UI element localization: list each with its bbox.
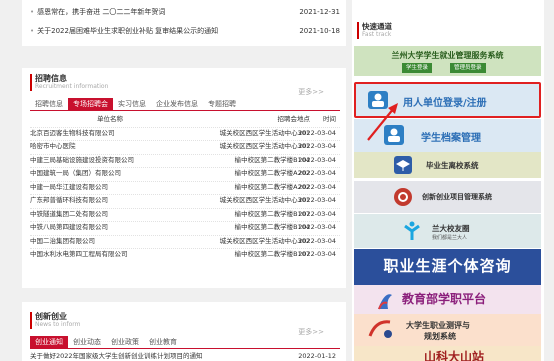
fair-time: 2022-03-04 bbox=[298, 250, 336, 258]
news-item[interactable]: • 关于2022届困难毕业生求职创业补贴 复审结果公示的通知 2021-10-18 bbox=[30, 25, 340, 37]
tab-startup-education[interactable]: 创业教育 bbox=[144, 336, 182, 348]
company-name[interactable]: 广东邦普循环科技有限公司 bbox=[30, 195, 205, 206]
table-row[interactable]: 北京百迈客生物科技有限公司 城关校区西区学生活动中心301 2022-03-04 bbox=[30, 127, 340, 138]
company-name[interactable]: 中国建筑一局（集团）有限公司 bbox=[30, 168, 205, 179]
recruit-tabs: 招聘信息 专场招聘会 实习信息 企业发布信息 专题招聘 bbox=[30, 98, 241, 110]
section-title: 快速通道 bbox=[362, 22, 392, 31]
fair-time: 2022-03-04 bbox=[298, 196, 336, 204]
news-list-panel: • 感恩常在，携手奋进 二〇二二年新年贺词 2021-12-31 • 关于2022届… bbox=[22, 0, 346, 46]
pointer-arrow-icon bbox=[367, 103, 398, 141]
news-date: 2021-12-31 bbox=[299, 8, 340, 16]
company-name[interactable]: 中铁隧道集团二处有限公司 bbox=[30, 209, 205, 220]
section-header: 快速通道 Fast track bbox=[357, 22, 392, 39]
list-item[interactable]: 关于做好2022年国家级大学生创新创业训练计划项目的通知 2022-01-12 bbox=[30, 351, 340, 361]
career-consulting-label: 职业生涯个体咨询 bbox=[383, 257, 512, 275]
career-consulting-button[interactable]: 职业生涯个体咨询 bbox=[354, 249, 541, 285]
student-login-button[interactable]: 学生登录 bbox=[402, 63, 433, 73]
fair-time: 2022-03-04 bbox=[298, 156, 336, 164]
section-subtitle: News to inform bbox=[35, 321, 81, 328]
recruitment-panel: 招聘信息 Recruitment information 更多>> 招聘信息 专… bbox=[22, 68, 346, 288]
fair-time: 2022-03-04 bbox=[298, 237, 336, 245]
tab-startup-news[interactable]: 创业动态 bbox=[68, 336, 106, 348]
tab-special-recruitment[interactable]: 专题招聘 bbox=[203, 98, 241, 110]
section-subtitle: Fast track bbox=[362, 31, 392, 38]
fair-time: 2022-03-04 bbox=[298, 142, 336, 150]
system-title: 兰州大学学生就业管理服务系统 bbox=[391, 51, 504, 60]
tab-underline bbox=[30, 110, 340, 111]
table-row[interactable]: 中国水利水电第四工程局有限公司 榆中校区第二教学楼B107 2022-03-04 bbox=[30, 248, 340, 259]
news-item[interactable]: • 感恩常在，携手奋进 二〇二二年新年贺词 2021-12-31 bbox=[30, 6, 340, 18]
notice-title[interactable]: 关于做好2022年国家级大学生创新创业训练计划项目的通知 bbox=[30, 351, 280, 361]
tab-startup-policy[interactable]: 创业政策 bbox=[106, 336, 144, 348]
project-icon bbox=[394, 188, 412, 206]
table-row[interactable]: 中铁八局第四建设有限公司 榆中校区第二教学楼B104 2022-03-04 bbox=[30, 221, 340, 232]
evaluation-logo-icon bbox=[368, 318, 394, 342]
admin-login-button[interactable]: 管理员登录 bbox=[450, 63, 486, 73]
employment-system-banner[interactable]: 兰州大学学生就业管理服务系统 学生登录 管理员登录 bbox=[354, 46, 541, 76]
edu-logo-icon bbox=[376, 289, 394, 311]
tab-startup-notice[interactable]: 创业通知 bbox=[30, 336, 68, 348]
section-header: 招聘信息 Recruitment information bbox=[30, 74, 108, 91]
alumni-logo-icon bbox=[402, 220, 422, 242]
graduate-leave-label: 毕业生离校系统 bbox=[426, 161, 479, 170]
news-title[interactable]: 感恩常在，携手奋进 二〇二二年新年贺词 bbox=[37, 8, 165, 16]
innovation-tabs: 创业通知 创业动态 创业政策 创业教育 bbox=[30, 336, 182, 348]
column-time: 时间 bbox=[323, 115, 336, 123]
innovation-project-label: 创新创业项目管理系统 bbox=[422, 193, 492, 201]
table-row[interactable]: 中国建筑一局（集团）有限公司 榆中校区第二教学楼A202 2022-03-04 bbox=[30, 167, 340, 178]
evaluation-label-line2: 规划系统 bbox=[424, 332, 456, 341]
edu-platform-button[interactable]: 教育部学职平台 bbox=[354, 285, 541, 314]
alumni-circle-button[interactable]: 兰大校友圈 我们都是兰大人 bbox=[354, 214, 541, 248]
table-row[interactable]: 广东邦普循环科技有限公司 城关校区西区学生活动中心301 2022-03-04 bbox=[30, 194, 340, 205]
notice-date: 2022-01-12 bbox=[298, 352, 336, 360]
innovation-panel: 创新创业 News to inform 更多>> 创业通知 创业动态 创业政策 … bbox=[22, 302, 346, 361]
more-link[interactable]: 更多>> bbox=[298, 327, 324, 337]
company-name[interactable]: 中国水利水电第四工程局有限公司 bbox=[30, 249, 205, 260]
career-evaluation-button[interactable]: 大学生职业测评与 规划系统 bbox=[354, 314, 541, 346]
company-name[interactable]: 哈密市中心医院 bbox=[30, 141, 205, 152]
student-archive-label: 学生档案管理 bbox=[421, 133, 481, 144]
tab-internship[interactable]: 实习信息 bbox=[113, 98, 151, 110]
alumni-subtitle: 我们都是兰大人 bbox=[432, 235, 468, 241]
news-date: 2021-10-18 bbox=[299, 27, 340, 35]
table-header: 单位名称 招聘会地点 时间 bbox=[30, 114, 340, 125]
evaluation-label-line1: 大学生职业测评与 bbox=[406, 321, 470, 330]
table-row[interactable]: 哈密市中心医院 城关校区西区学生活动中心301 2022-03-04 bbox=[30, 140, 340, 151]
tab-job-fair[interactable]: 专场招聘会 bbox=[68, 98, 113, 110]
employer-login-label: 用人单位登录/注册 bbox=[403, 98, 487, 109]
table-row[interactable]: 中建三局基础设施建设投资有限公司 榆中校区第二教学楼B104 2022-03-0… bbox=[30, 154, 340, 165]
edu-platform-label: 教育部学职平台 bbox=[402, 292, 487, 306]
section-title: 招聘信息 bbox=[35, 74, 67, 83]
company-name[interactable]: 中建三局基础设施建设投资有限公司 bbox=[30, 155, 205, 166]
fair-time: 2022-03-04 bbox=[298, 183, 336, 191]
tab-recruitment-info[interactable]: 招聘信息 bbox=[30, 98, 68, 110]
section-title: 创新创业 bbox=[35, 312, 67, 321]
graduate-leave-button[interactable]: 毕业生离校系统 bbox=[354, 152, 541, 178]
innovation-project-button[interactable]: 创新创业项目管理系统 bbox=[354, 181, 541, 213]
quick-access-sidebar: 快速通道 Fast track 兰州大学学生就业管理服务系统 学生登录 管理员登… bbox=[352, 0, 544, 361]
table-row[interactable]: 中铁隧道集团二处有限公司 榆中校区第二教学楼B107 2022-03-04 bbox=[30, 208, 340, 219]
graduation-icon bbox=[394, 156, 412, 174]
company-name[interactable]: 中国二治集团有限公司 bbox=[30, 236, 205, 247]
company-name[interactable]: 中铁八局第四建设有限公司 bbox=[30, 222, 205, 233]
section-header: 创新创业 News to inform bbox=[30, 312, 81, 329]
partially-visible-tile[interactable]: 山科大山站 bbox=[354, 346, 541, 361]
tab-underline bbox=[30, 348, 340, 349]
section-subtitle: Recruitment information bbox=[35, 83, 109, 90]
fair-time: 2022-03-04 bbox=[298, 169, 336, 177]
table-row[interactable]: 中建一局华江建设有限公司 榆中校区第二教学楼A202 2022-03-04 bbox=[30, 181, 340, 192]
tab-company-posts[interactable]: 企业发布信息 bbox=[151, 98, 203, 110]
more-link[interactable]: 更多>> bbox=[298, 87, 324, 97]
table-row[interactable]: 中国二治集团有限公司 城关校区西区学生活动中心302 2022-03-04 bbox=[30, 235, 340, 246]
fair-time: 2022-03-04 bbox=[298, 129, 336, 137]
fair-time: 2022-03-04 bbox=[298, 210, 336, 218]
partial-tile-label: 山科大山站 bbox=[424, 350, 485, 361]
fair-time: 2022-03-04 bbox=[298, 223, 336, 231]
news-title[interactable]: 关于2022届困难毕业生求职创业补贴 复审结果公示的通知 bbox=[37, 27, 218, 35]
column-name: 单位名称 bbox=[97, 115, 123, 123]
alumni-title: 兰大校友圈 bbox=[432, 224, 470, 233]
company-name[interactable]: 北京百迈客生物科技有限公司 bbox=[30, 128, 205, 139]
company-name[interactable]: 中建一局华江建设有限公司 bbox=[30, 182, 205, 193]
